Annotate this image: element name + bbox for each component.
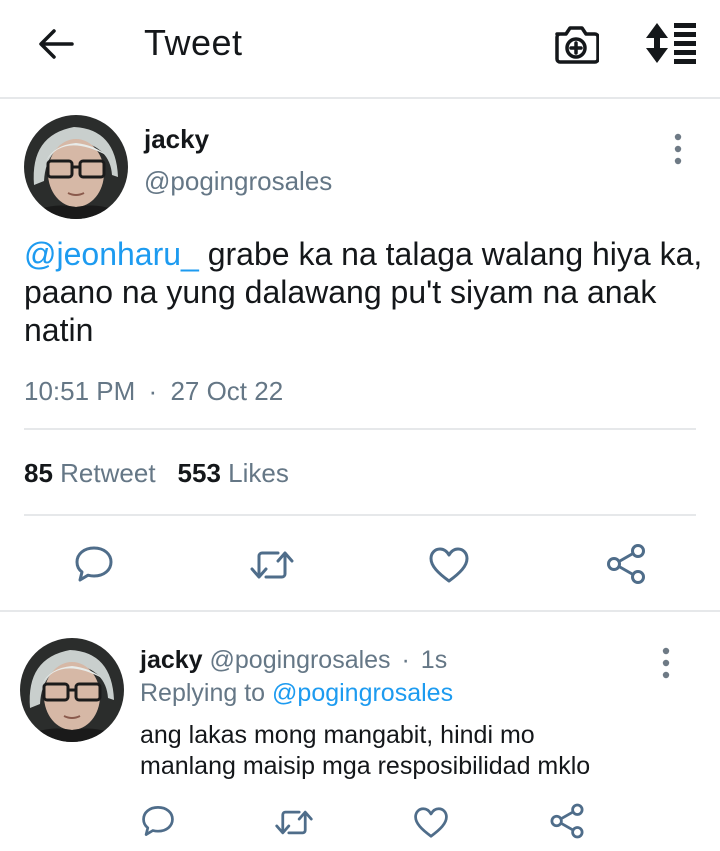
tweet-date: 27 Oct 22 [170,376,284,406]
share-icon [607,544,645,584]
author-handle[interactable]: @pogingrosales [144,166,332,197]
avatar-image [20,638,124,742]
share-icon [550,803,584,839]
back-button[interactable] [34,24,78,64]
reply-text-line: ang lakas mong mangabit, hindi mo [140,721,535,749]
reply-share-button[interactable] [548,802,586,840]
retweet-label: Retweet [60,458,156,488]
heart-icon [414,807,448,838]
retweet-count: 85 [24,458,53,488]
reply-text: ang lakas mong mangabit, hindi mo manlan… [140,720,700,782]
tweet-timestamp: 10:51 PM · 27 Oct 22 [24,376,283,407]
reply-more-options-button[interactable] [654,646,678,680]
meta-separator: · [148,376,158,406]
more-vertical-icon [662,647,670,679]
like-button[interactable] [428,546,470,584]
more-options-button[interactable] [666,132,690,166]
reply-author-handle[interactable]: @pogingrosales [210,646,391,674]
reply-comment-button[interactable] [141,804,175,838]
top-bar: Tweet [0,0,720,99]
like-count: 553 [177,458,221,488]
reply-time: 1s [420,646,448,674]
divider [24,514,696,516]
page-title: Tweet [144,22,243,63]
likes-label: Likes [228,458,289,488]
retweet-button[interactable] [250,546,294,584]
mention-link[interactable]: @jeonharu_ [24,236,199,272]
reply-author-line: jacky @pogingrosales · 1s [140,646,447,675]
sort-list-icon [646,23,696,64]
replying-to: Replying to @pogingrosales [140,679,453,708]
author-name[interactable]: jacky [144,124,209,155]
camera-button[interactable] [553,22,600,64]
reply-separator: · [401,646,410,674]
reply-text-line: manlang maisip mga resposibilidad mklo [140,752,591,780]
replying-prefix: Replying to [140,679,266,707]
retweet-icon [250,551,294,579]
heart-icon [429,547,469,583]
arrow-left-icon [39,29,74,59]
avatar[interactable] [24,115,128,219]
replying-handle-link[interactable]: @pogingrosales [272,679,453,707]
camera-add-icon [555,26,600,64]
likes-stat[interactable]: 553 Likes [178,458,289,489]
reply-author-name[interactable]: jacky [140,646,203,674]
more-vertical-icon [674,133,682,165]
reply-retweet-button[interactable] [275,806,313,839]
tweet-text: @jeonharu_ grabe ka na talaga walang hiy… [24,235,704,349]
reply-like-button[interactable] [413,806,449,839]
reply-button[interactable] [74,544,114,584]
comment-icon [75,546,113,582]
divider [0,610,720,612]
tweet-time: 10:51 PM [24,376,136,406]
tweet-stats: 85 Retweet 553 Likes [24,458,289,489]
divider [24,428,696,430]
reply-avatar[interactable] [20,638,124,742]
avatar-image [24,115,128,219]
sort-button[interactable] [644,21,698,65]
share-button[interactable] [604,542,648,586]
comment-icon [142,806,174,836]
retweet-icon [275,810,313,835]
retweet-stat[interactable]: 85 Retweet [24,458,156,489]
